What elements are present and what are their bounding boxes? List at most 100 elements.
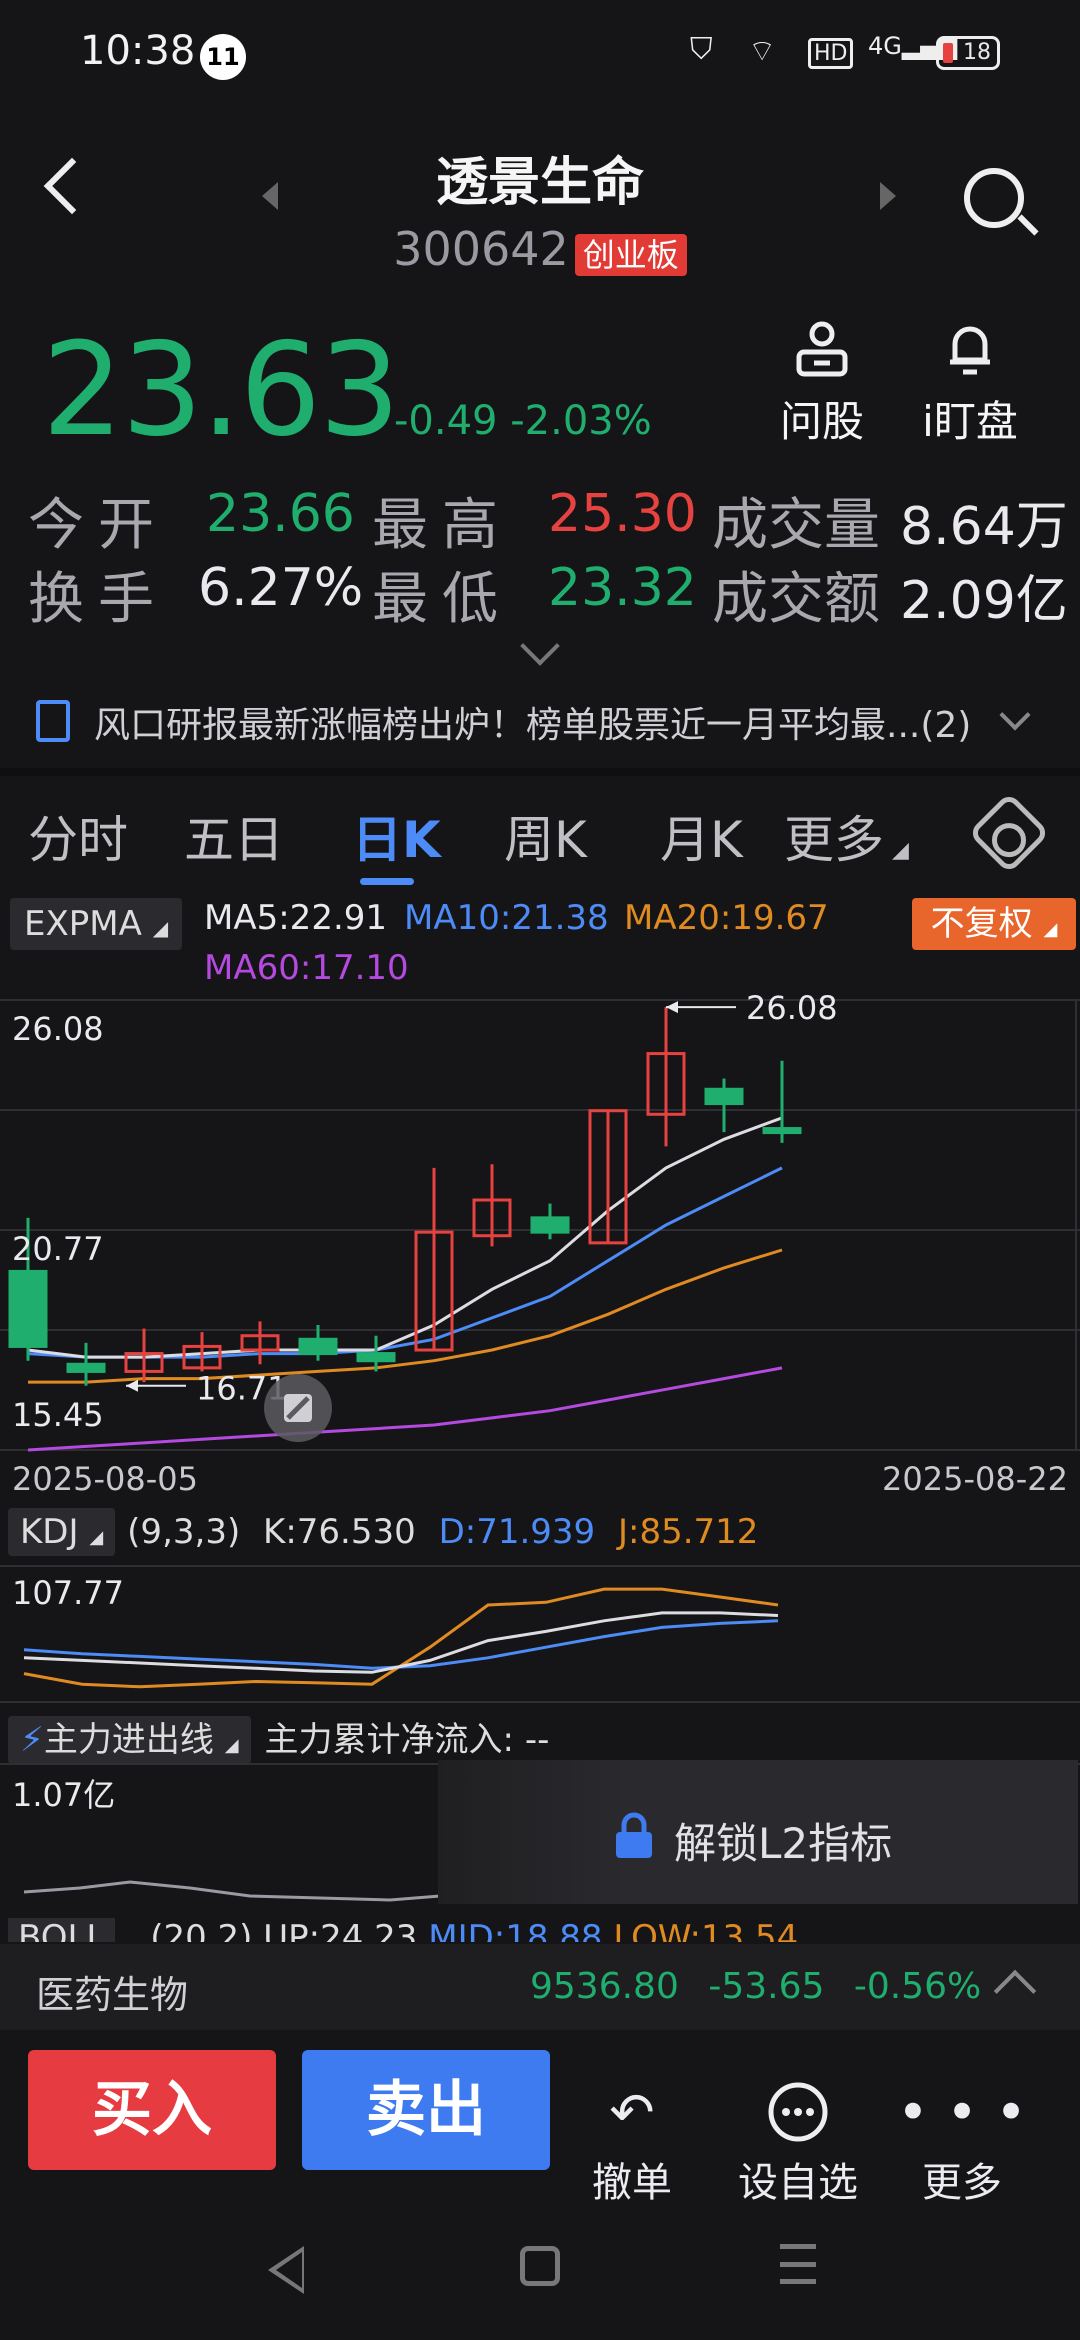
buy-button[interactable]: 买入 (28, 2050, 276, 2170)
ask-stock-label: 问股 (779, 397, 864, 446)
lock-icon (616, 1812, 652, 1858)
settings-icon[interactable] (967, 791, 1051, 875)
hd-icon: HD (808, 38, 854, 69)
boll-header: BOLL (20,2) UP:24.23 MID:18.88 LOW:13.54 (8, 1918, 798, 1942)
sell-button[interactable]: 卖出 (302, 2050, 550, 2170)
add-watchlist-button[interactable]: 设自选 (728, 2080, 868, 2208)
bell-icon (910, 320, 1030, 380)
kdj-y-label: 107.77 (12, 1574, 124, 1612)
nav-back-icon[interactable] (268, 2246, 304, 2294)
tab-weekly-k[interactable]: 周K (504, 800, 587, 872)
stock-code: 300642 (393, 222, 569, 276)
indicator-label: EXPMA (24, 904, 142, 944)
tab-intraday[interactable]: 分时 (28, 800, 128, 872)
battery-icon: 18 (936, 36, 1000, 70)
change-value: -0.49 (394, 398, 498, 444)
lightning-icon: ⚡ (20, 1720, 44, 1760)
open-label: 今开 (28, 493, 168, 558)
person-icon (762, 320, 882, 380)
dropdown-icon: ◢ (89, 1527, 104, 1548)
candle-body (66, 1362, 106, 1373)
boll-low: LOW:13.54 (613, 1918, 799, 1942)
tab-daily-k[interactable]: 日K (352, 800, 441, 872)
kdj-j: J:85.712 (617, 1512, 759, 1552)
indicator-selector[interactable]: EXPMA ◢ (10, 898, 183, 950)
change-percent: -2.03% (510, 398, 652, 444)
y-label-mid: 20.77 (12, 1230, 104, 1268)
document-icon (36, 700, 70, 742)
flow-net-label: 主力累计净流入: (264, 1720, 514, 1760)
date-end: 2025-08-22 (882, 1460, 1068, 1498)
sector-change: -53.65 (708, 1966, 825, 2007)
turnover-value: 6.27% (198, 558, 364, 618)
amount-value: 2.09亿 (900, 571, 1068, 631)
nav-home-icon[interactable] (520, 2246, 560, 2286)
flow-label: 主力进出线 (43, 1720, 214, 1760)
candle-body (356, 1352, 396, 1363)
board-badge: 创业板 (574, 233, 687, 276)
ma20-line (28, 1248, 783, 1384)
dropdown-icon: ◢ (224, 1735, 239, 1756)
high-marker-label: 26.08 (746, 990, 838, 1027)
boll-params: (20,2) (150, 1918, 253, 1942)
adjust-selector[interactable]: 不复权 ◢ (912, 898, 1076, 950)
tab-five-day[interactable]: 五日 (184, 800, 284, 872)
candle-body (8, 1269, 48, 1348)
boll-up: UP:24.23 (263, 1918, 418, 1942)
status-time: 10:38 (80, 28, 196, 74)
draw-tool-icon[interactable] (264, 1374, 332, 1442)
current-price: 23.63 (42, 316, 400, 465)
search-icon[interactable] (964, 168, 1024, 228)
section-divider (0, 768, 1080, 776)
ask-stock-button[interactable]: 问股 (762, 320, 882, 449)
adjust-label: 不复权 (930, 904, 1033, 944)
sector-name[interactable]: 医药生物 (36, 1964, 188, 2019)
tab-more[interactable]: 更多 ◢ (784, 800, 909, 872)
tab-more-label: 更多 (784, 811, 884, 869)
kdj-chart[interactable]: 107.77 (0, 1564, 1080, 1704)
flow-y-label: 1.07亿 (12, 1776, 115, 1814)
open-value: 23.66 (206, 484, 355, 544)
tab-monthly-k[interactable]: 月K (660, 800, 743, 872)
date-start: 2025-08-05 (12, 1460, 198, 1498)
volume-value: 8.64万 (900, 497, 1068, 557)
kdj-d: D:71.939 (438, 1512, 596, 1552)
expand-chevron-icon[interactable] (520, 626, 560, 666)
shield-icon: ⛉ (690, 32, 713, 67)
high-value: 25.30 (548, 484, 697, 544)
candlestick-chart[interactable]: 26.08 20.77 15.45 26.0816.71 2025-08-05 … (0, 990, 1080, 1510)
wifi-icon: ⌔ (748, 34, 777, 69)
watch-button[interactable]: i盯盘 (910, 320, 1030, 449)
dropdown-icon: ◢ (152, 916, 169, 940)
dropdown-icon: ◢ (1043, 919, 1058, 940)
low-label: 最低 (372, 567, 512, 632)
y-label-bottom: 15.45 (12, 1396, 104, 1434)
flow-header: ⚡主力进出线 ◢ 主力累计净流入: -- (8, 1712, 549, 1764)
news-text[interactable]: 风口研报最新涨幅榜出炉！榜单股票近一月平均最...(2) (94, 696, 971, 748)
flow-selector[interactable]: ⚡主力进出线 ◢ (8, 1716, 251, 1764)
active-tab-indicator (360, 878, 414, 885)
low-value: 23.32 (548, 558, 697, 618)
kdj-j-line (23, 1587, 779, 1689)
nav-recents-icon[interactable] (780, 2244, 816, 2284)
turnover-label: 换手 (28, 567, 168, 632)
kdj-selector[interactable]: KDJ ◢ (8, 1508, 116, 1556)
ma10-label: MA10:21.38 (404, 898, 609, 938)
sector-index: 9536.80 (530, 1966, 679, 2007)
ma10-line (27, 1166, 783, 1359)
more-button[interactable]: • • • 更多 (892, 2080, 1032, 2208)
ma20-label: MA20:19.67 (624, 898, 829, 938)
more-dots-icon: • • • (897, 2081, 1027, 2144)
kdj-d-line (23, 1619, 779, 1670)
amount-label: 成交额 (712, 567, 880, 632)
kdj-lines (23, 1587, 779, 1689)
ma5-label: MA5:22.91 (204, 898, 388, 938)
watch-label: i盯盘 (922, 397, 1018, 446)
stock-name: 透景生命 (435, 153, 644, 213)
cancel-order-button[interactable]: ↶ 撤单 (562, 2080, 702, 2208)
dropdown-icon: ◢ (892, 838, 909, 863)
candles (8, 1007, 802, 1386)
stock-code-row: 300642 创业板 (0, 222, 1080, 276)
unlock-l2-label[interactable]: 解锁L2指标 (674, 1810, 892, 1871)
price-change: -0.49 -2.03% (394, 398, 652, 444)
